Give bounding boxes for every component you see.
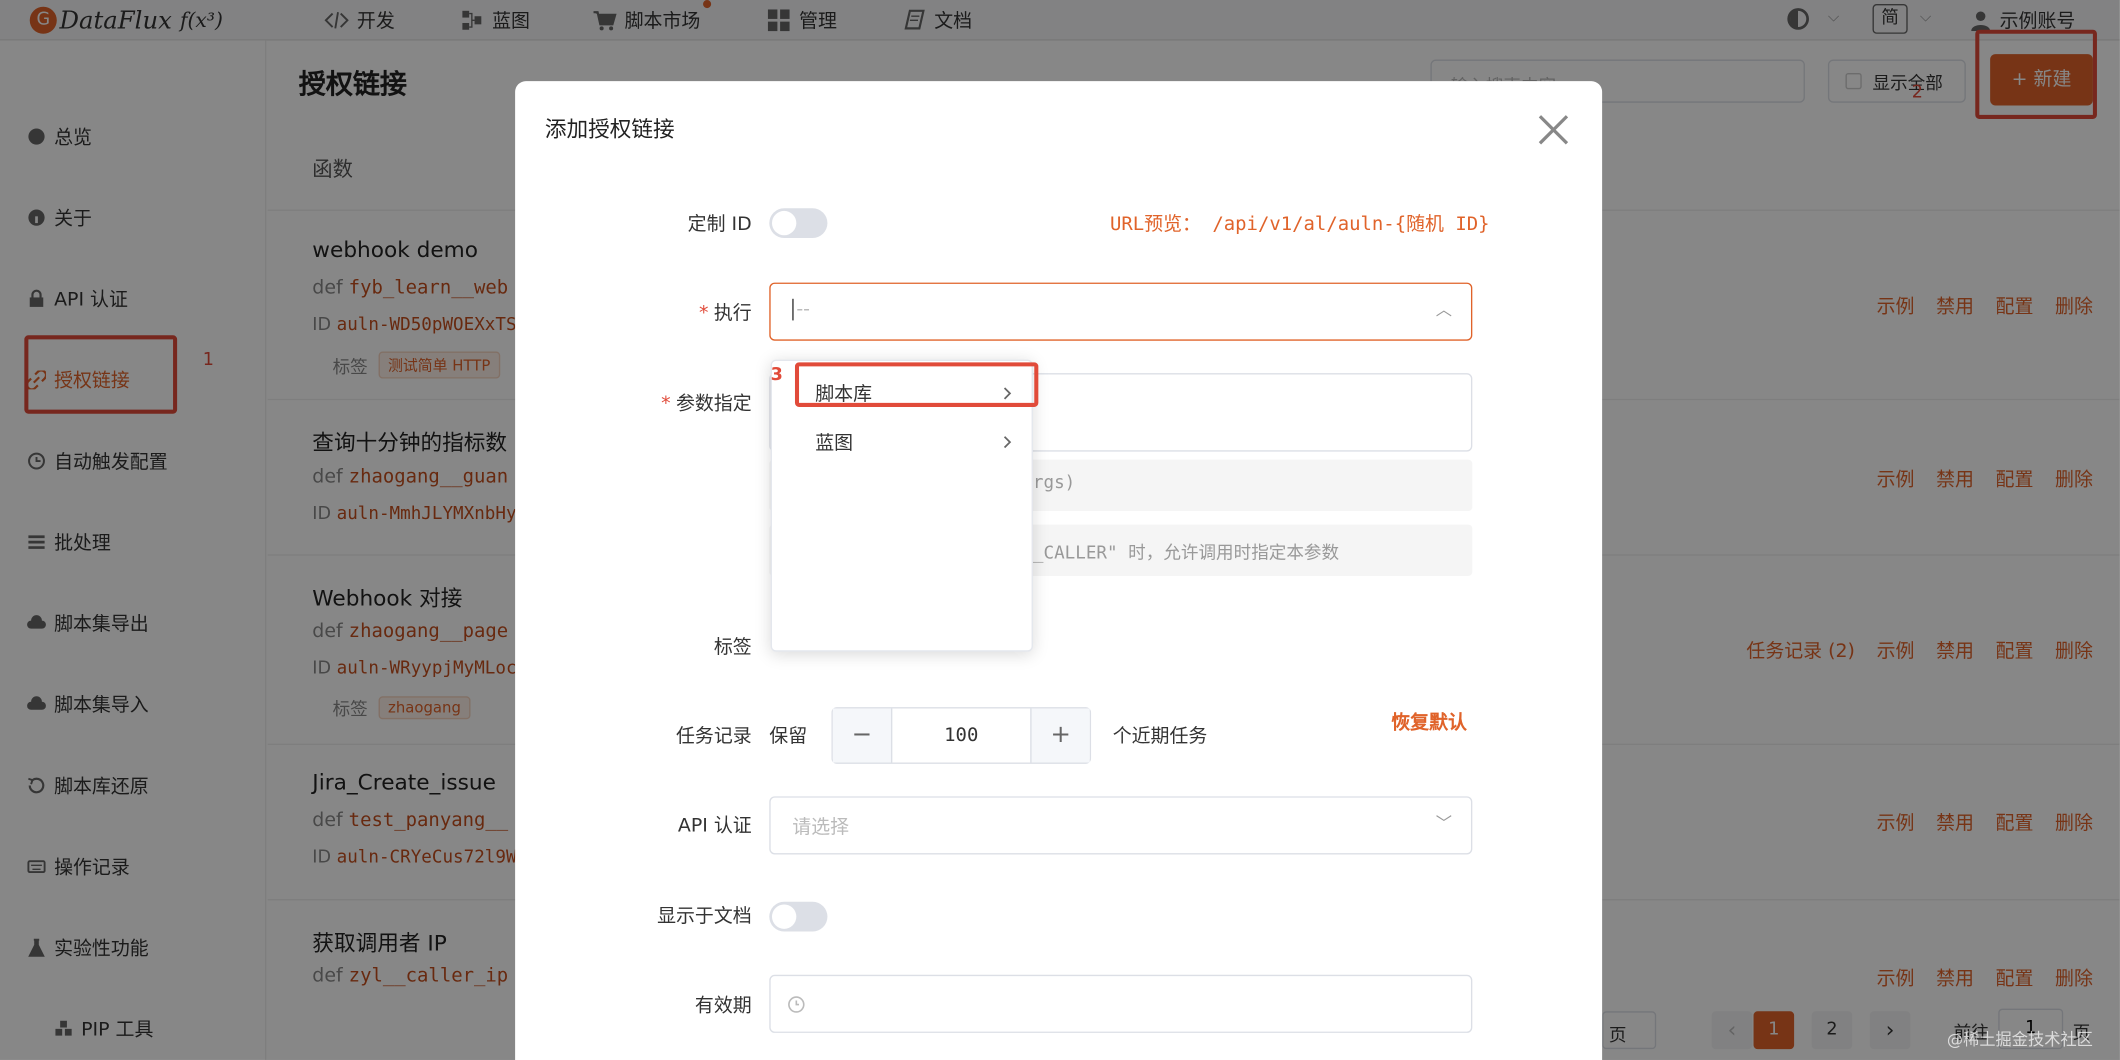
url-preview: URL预览： /api/v1/al/auln-{随机 ID}	[1109, 213, 1490, 236]
decrement-button[interactable]: −	[832, 708, 893, 763]
restore-default-link[interactable]: 恢复默认	[1391, 708, 1467, 735]
task-count-stepper: − 100 +	[831, 707, 1092, 764]
show-in-doc-toggle[interactable]	[769, 901, 828, 932]
task-count-input[interactable]: 100	[892, 708, 1030, 762]
dialog-title: 添加授权链接	[544, 116, 675, 142]
task-keep-label: 保留	[769, 726, 808, 748]
chevron-down-icon: ﹀	[1435, 813, 1453, 833]
params-label: * 参数指定	[661, 393, 752, 416]
watermark: @稀土掘金技术社区	[1946, 1030, 2093, 1050]
task-suffix: 个近期任务	[1112, 726, 1208, 748]
chevron-right-icon	[1003, 436, 1012, 449]
tags-label: 标签	[713, 636, 752, 659]
expire-date-input[interactable]	[769, 974, 1473, 1033]
api-auth-select[interactable]: 请选择 ﹀	[769, 796, 1473, 855]
exec-select[interactable]: -- ︿	[769, 282, 1473, 341]
clock-icon	[788, 996, 805, 1013]
cascader-item-blueprint[interactable]: 蓝图	[772, 418, 1034, 467]
add-auth-link-dialog: 添加授权链接 定制 ID URL预览： /api/v1/al/auln-{随机 …	[515, 81, 1603, 1060]
chevron-up-icon: ︿	[1435, 300, 1453, 320]
increment-button[interactable]: +	[1030, 708, 1090, 763]
api-auth-label: API 认证	[677, 815, 752, 837]
task-record-label: 任务记录	[676, 726, 752, 748]
show-in-doc-label: 显示于文档	[657, 905, 752, 928]
expire-label: 有效期	[694, 995, 752, 1017]
custom-id-label: 定制 ID	[687, 213, 752, 236]
custom-id-toggle[interactable]	[769, 208, 828, 238]
exec-label: * 执行	[698, 302, 752, 325]
step-number-3: 3	[770, 365, 783, 386]
close-icon[interactable]	[1535, 111, 1573, 149]
highlight-box-script-lib	[794, 362, 1039, 407]
